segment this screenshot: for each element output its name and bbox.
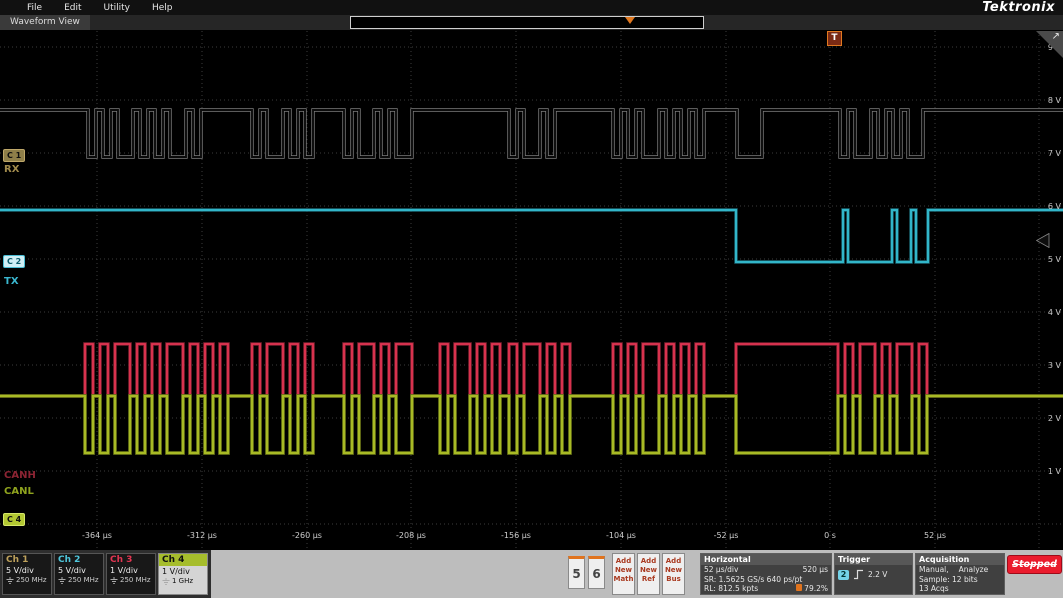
ground-icon [162,577,170,585]
waveform-label-tx: TX [4,276,19,287]
slot-button-6[interactable]: 6 [588,556,605,589]
channel-name: Ch 3 [110,555,133,565]
volt-axis-label: 5 V [1047,255,1061,264]
channel-name: Ch 4 [159,554,207,566]
run-stop-button[interactable]: Stopped [1007,555,1062,574]
position-icon [796,584,803,591]
channel-chip-c4[interactable]: C 4 [3,513,26,526]
record-view-minimap[interactable] [350,16,704,29]
trigger-panel-title: Trigger [835,554,912,565]
time-axis-label: 52 µs [924,531,946,540]
volt-axis-label: 7 V [1047,149,1061,158]
acquisition-analyze: Analyze [958,565,989,574]
waveform-label-rx: RX [4,164,20,175]
add-new-math-button[interactable]: Add New Math [612,553,635,595]
horizontal-panel-title: Horizontal [701,554,831,565]
position-percent: 79.2% [796,584,828,594]
channel-scale: 1 V/div [110,566,138,575]
menu-items: File Edit Utility Help [0,3,184,13]
channel-bandwidth: 1 GHz [159,576,207,585]
time-axis-label: 0 s [824,531,836,540]
time-axis-label: -312 µs [187,531,217,540]
horizontal-scale: 52 µs/div [704,565,739,574]
channel-bandwidth: 250 MHz [3,575,51,584]
channel-chip-c2[interactable]: C 2 [3,255,26,268]
add-new-ref-button[interactable]: Add New Ref [637,553,660,595]
channel-scale: 1 V/div [162,567,190,576]
ch1-level-arrow-icon[interactable] [1036,233,1050,248]
record-length: RL: 812.5 kpts [704,584,759,593]
trigger-level: 2.2 V [868,569,888,579]
slot-button-5[interactable]: 5 [568,556,585,589]
volt-axis-label: 1 V [1047,467,1061,476]
channel-scale: 5 V/div [6,566,34,575]
channel-name: Ch 2 [58,555,81,565]
volt-axis-label: 2 V [1047,414,1061,423]
time-axis-label: -104 µs [606,531,636,540]
expand-arrow-icon: ↗ [1051,31,1060,42]
time-axis-label: -52 µs [713,531,739,540]
menu-item-help[interactable]: Help [141,3,184,13]
channel-badge-ch2[interactable]: Ch 25 V/div 250 MHz [54,553,104,595]
time-axis-label: -208 µs [396,531,426,540]
channel-bandwidth: 250 MHz [107,575,155,584]
rising-edge-icon [854,569,863,580]
channel-badge-ch4[interactable]: Ch 41 V/div 1 GHz [158,553,208,595]
menu-item-file[interactable]: File [16,3,53,13]
time-axis-label: -260 µs [292,531,322,540]
channel-name: Ch 1 [6,555,29,565]
trigger-source-chip: 2 [838,569,849,580]
oscilloscope-screen: File Edit Utility Help Tektronix Waveform V… [0,0,1063,598]
horizontal-window: 520 µs [802,565,828,574]
menu-bar: File Edit Utility Help Tektronix [0,0,1063,15]
acquisition-mode: Manual, [919,565,949,574]
horizontal-panel[interactable]: Horizontal 52 µs/div 520 µs SR: 1.5625 G… [700,553,832,595]
time-axis-label: -364 µs [82,531,112,540]
bottom-control-bar: Ch 15 V/div 250 MHz Ch 25 V/div 250 MHz Ch 3… [0,550,1063,598]
channel-badge-ch1[interactable]: Ch 15 V/div 250 MHz [2,553,52,595]
waveform-display[interactable] [0,0,1063,598]
channel-badge-ch3[interactable]: Ch 31 V/div 250 MHz [106,553,156,595]
trigger-position-flag[interactable]: T [827,31,842,46]
ground-icon [110,576,118,584]
acquisition-sample: Sample: 12 bits [919,574,978,584]
tab-waveform-view[interactable]: Waveform View [0,15,90,30]
volt-axis-label: 6 V [1047,202,1061,211]
channel-chip-c1[interactable]: C 1 [3,149,26,162]
minimap-trigger-icon[interactable] [625,17,635,24]
sample-rate: SR: 1.5625 GS/s 640 ps/pt [704,574,803,584]
trigger-panel[interactable]: Trigger 2 2.2 V [834,553,913,595]
menu-item-edit[interactable]: Edit [53,3,92,13]
acquisition-panel[interactable]: Acquisition Manual, Analyze Sample: 12 b… [915,553,1005,595]
waveform-label-canh: CANH [4,470,36,481]
volt-axis-label: 8 V [1047,96,1061,105]
channel-badge-zone: Ch 15 V/div 250 MHz Ch 25 V/div 250 MHz Ch 3… [0,550,211,598]
tektronix-logo: Tektronix [982,0,1055,15]
ground-icon [6,576,14,584]
menu-item-utility[interactable]: Utility [93,3,141,13]
ground-icon [58,576,66,584]
waveform-label-canl: CANL [4,486,34,497]
volt-axis-label: 4 V [1047,308,1061,317]
acquisition-panel-title: Acquisition [916,554,1004,565]
volt-axis-label: 3 V [1047,361,1061,370]
channel-bandwidth: 250 MHz [55,575,103,584]
add-new-bus-button[interactable]: Add New Bus [662,553,685,595]
channel-scale: 5 V/div [58,566,86,575]
acquisition-count: 13 Acqs [919,584,949,593]
time-axis-label: -156 µs [501,531,531,540]
